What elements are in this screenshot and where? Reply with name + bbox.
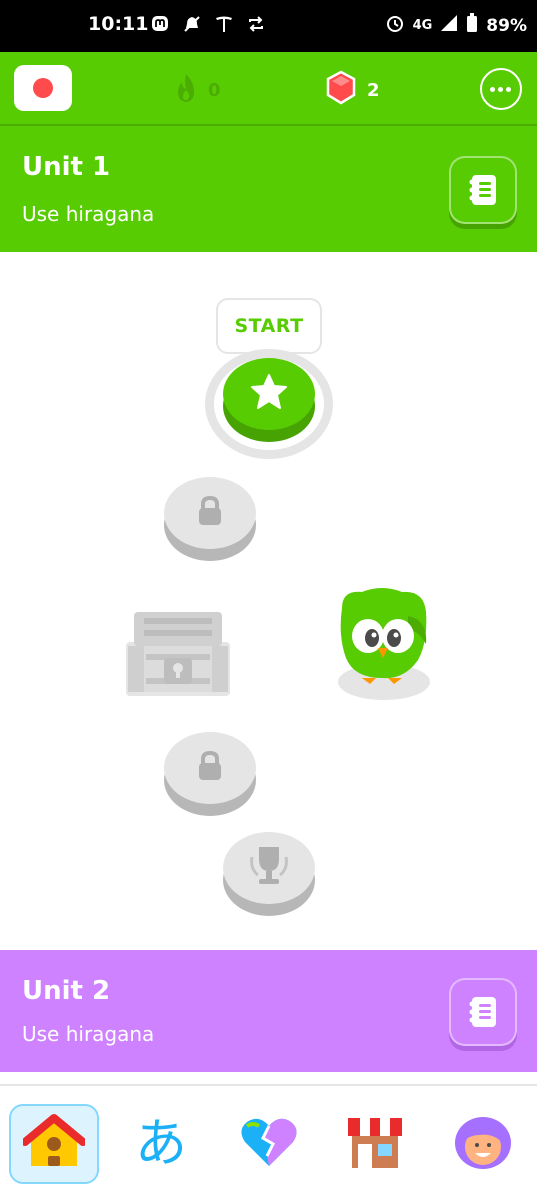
nav-practice[interactable]: [224, 1104, 314, 1184]
japan-flag-icon: [33, 78, 53, 98]
flame-icon: [172, 72, 200, 109]
lock-icon: [195, 750, 225, 786]
unit-2-header: Unit 2 Use hiragana: [0, 950, 537, 1072]
duo-owl-mascot: [332, 586, 432, 702]
bottom-navigation: あ: [0, 1084, 537, 1200]
top-app-bar: 0 2: [0, 52, 537, 126]
lesson-node-locked[interactable]: [164, 477, 256, 561]
heart-icon: [239, 1116, 299, 1172]
nav-characters[interactable]: あ: [116, 1104, 206, 1184]
status-bar: 10:11 4G 89%: [0, 0, 537, 52]
notification-icons: [150, 14, 266, 34]
course-flag-button[interactable]: [14, 65, 72, 111]
lock-icon: [195, 495, 225, 531]
signal-icon: [440, 14, 458, 37]
battery-icon: [466, 13, 478, 38]
gem-counter[interactable]: 2: [325, 70, 380, 111]
hiragana-icon: あ: [134, 1114, 187, 1174]
learning-path: START: [0, 252, 537, 950]
battery-level: 89%: [486, 15, 527, 36]
treasure-chest[interactable]: [124, 606, 232, 698]
nav-profile[interactable]: [438, 1104, 528, 1184]
more-dot: [506, 87, 511, 92]
mastodon-icon: [150, 14, 170, 34]
trophy-node-locked[interactable]: [223, 832, 315, 916]
unit-title: Unit 1: [22, 152, 111, 182]
nav-home[interactable]: [9, 1104, 99, 1184]
tesla-icon: [214, 14, 234, 34]
shop-icon: [346, 1114, 404, 1174]
home-icon: [21, 1114, 87, 1174]
star-icon: [249, 373, 289, 415]
streak-count: 0: [208, 80, 221, 101]
avatar-icon: [451, 1113, 515, 1175]
network-type: 4G: [412, 18, 433, 33]
unit-title: Unit 2: [22, 976, 111, 1006]
unit-subtitle: Use hiragana: [22, 202, 155, 226]
lesson-node-start[interactable]: [223, 358, 315, 442]
more-dot: [490, 87, 495, 92]
guidebook-button[interactable]: [449, 156, 517, 224]
lesson-node-locked[interactable]: [164, 732, 256, 816]
status-time: 10:11: [88, 13, 149, 35]
muted-notification-icon: [182, 14, 202, 34]
trophy-icon: [244, 843, 294, 893]
nav-shop[interactable]: [330, 1104, 420, 1184]
alarm-icon: [385, 13, 405, 38]
guidebook-button[interactable]: [449, 978, 517, 1046]
gem-icon: [325, 70, 357, 111]
streak-counter[interactable]: 0: [172, 72, 221, 109]
sync-icon: [246, 14, 266, 34]
gem-count: 2: [367, 80, 380, 101]
more-options-button[interactable]: [480, 68, 522, 110]
start-tooltip: START: [216, 298, 322, 354]
more-dot: [498, 87, 503, 92]
treasure-chest-icon: [124, 612, 232, 702]
unit-subtitle: Use hiragana: [22, 1022, 155, 1046]
unit-1-header: Unit 1 Use hiragana: [0, 126, 537, 252]
